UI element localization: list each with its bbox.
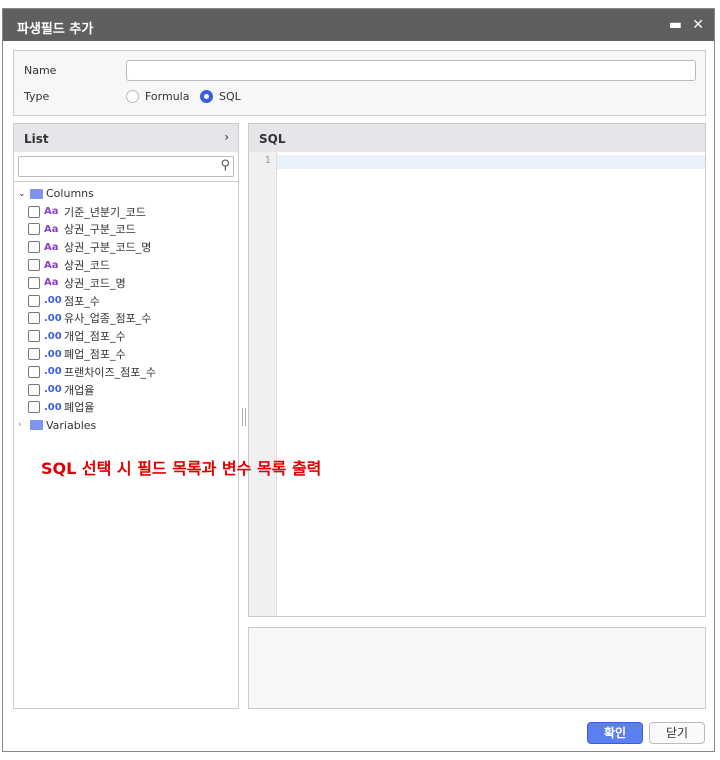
column-name: 폐업율 (64, 401, 95, 415)
columns-folder[interactable]: ⌄ Columns (14, 185, 238, 203)
field-form: Name Type Formula SQL (13, 50, 706, 116)
checkbox[interactable] (28, 312, 40, 325)
number-type-icon: .00 (44, 295, 62, 307)
column-name: 개업_점포_수 (64, 330, 126, 344)
field-tree: ⌄ Columns Aa 기준_년분기_코드 Aa 상권_구분_코드 Aa 상권_구분_코드… (14, 181, 238, 434)
list-search[interactable]: ⚲ (18, 156, 234, 177)
column-item[interactable]: Aa 상권_코드 (14, 256, 238, 274)
number-type-icon: .00 (44, 366, 62, 378)
column-item[interactable]: Aa 상권_구분_코드_명 (14, 238, 238, 256)
column-name: 상권_코드_명 (64, 276, 126, 290)
number-type-icon: .00 (44, 330, 62, 342)
number-type-icon: .00 (44, 312, 62, 324)
chevron-down-icon: ⌄ (18, 188, 26, 199)
string-type-icon: Aa (44, 259, 59, 271)
column-name: 기준_년분기_코드 (64, 205, 146, 219)
column-item[interactable]: Aa 상권_구분_코드 (14, 221, 238, 239)
checkbox[interactable] (28, 294, 40, 307)
column-item[interactable]: Aa 상권_코드_명 (14, 274, 238, 292)
type-label: Type (24, 90, 50, 103)
checkbox[interactable] (28, 205, 40, 218)
column-name: 개업율 (64, 383, 95, 397)
checkbox[interactable] (28, 383, 40, 396)
splitter-handle[interactable] (242, 408, 246, 426)
dialog-titlebar: 파생필드 추가 ▬ ✕ (3, 9, 714, 41)
checkbox[interactable] (28, 223, 40, 236)
column-item[interactable]: .00 개업율 (14, 381, 238, 399)
result-panel (248, 627, 706, 709)
line-gutter: 1 (249, 152, 277, 616)
sql-title: SQL (259, 132, 286, 146)
column-item[interactable]: .00 폐업_점포_수 (14, 345, 238, 363)
name-label: Name (24, 64, 57, 77)
column-item[interactable]: .00 유사_업종_점포_수 (14, 310, 238, 328)
column-item[interactable]: .00 폐업율 (14, 399, 238, 417)
close-icon[interactable]: ✕ (692, 17, 704, 33)
checkbox[interactable] (28, 259, 40, 272)
annotation-text: SQL 선택 시 필드 목록과 변수 목록 출력 (41, 459, 322, 478)
checkbox[interactable] (28, 241, 40, 254)
string-type-icon: Aa (44, 241, 59, 253)
ok-button[interactable]: 확인 (587, 722, 643, 744)
chevron-right-icon: › (18, 420, 22, 431)
column-item[interactable]: .00 프랜차이즈_점포_수 (14, 363, 238, 381)
checkbox[interactable] (28, 330, 40, 343)
radio-sql[interactable]: SQL (200, 90, 241, 103)
chevron-right-icon[interactable]: › (224, 130, 229, 144)
name-input[interactable] (126, 60, 696, 81)
checkbox[interactable] (28, 276, 40, 289)
column-item[interactable]: .00 점포_수 (14, 292, 238, 310)
folder-icon (30, 420, 43, 431)
sql-editor-input[interactable] (277, 155, 705, 169)
string-type-icon: Aa (44, 223, 59, 235)
checkbox[interactable] (28, 401, 40, 414)
string-type-icon: Aa (44, 206, 59, 218)
maximize-icon[interactable]: ▬ (669, 17, 682, 33)
column-item[interactable]: Aa 기준_년분기_코드 (14, 203, 238, 221)
radio-formula[interactable]: Formula (126, 90, 189, 103)
column-name: 유사_업종_점포_수 (64, 312, 152, 326)
search-input[interactable] (19, 157, 199, 176)
number-type-icon: .00 (44, 401, 62, 413)
string-type-icon: Aa (44, 277, 59, 289)
checkbox[interactable] (28, 348, 40, 361)
variables-folder[interactable]: › Variables (14, 416, 238, 434)
column-name: 상권_구분_코드 (64, 223, 136, 237)
number-type-icon: .00 (44, 348, 62, 360)
derived-field-dialog: 파생필드 추가 ▬ ✕ Name Type Formula SQL List › … (2, 8, 715, 752)
list-panel: List › ⚲ ⌄ Columns Aa 기준_년분기_코드 Aa 상권_구분_코드 Aa… (13, 123, 246, 709)
column-item[interactable]: .00 개업_점포_수 (14, 327, 238, 345)
search-icon[interactable]: ⚲ (220, 158, 230, 173)
folder-icon (30, 188, 43, 199)
list-title: List (24, 132, 49, 146)
dialog-title: 파생필드 추가 (17, 22, 94, 37)
checkbox[interactable] (28, 365, 40, 378)
column-name: 점포_수 (64, 294, 100, 308)
close-button[interactable]: 닫기 (649, 722, 705, 744)
column-name: 프랜차이즈_점포_수 (64, 365, 156, 379)
number-type-icon: .00 (44, 384, 62, 396)
column-name: 상권_코드 (64, 259, 110, 273)
column-name: 상권_구분_코드_명 (64, 241, 152, 255)
sql-editor-panel: SQL 1 (248, 123, 706, 617)
column-name: 폐업_점포_수 (64, 348, 126, 362)
